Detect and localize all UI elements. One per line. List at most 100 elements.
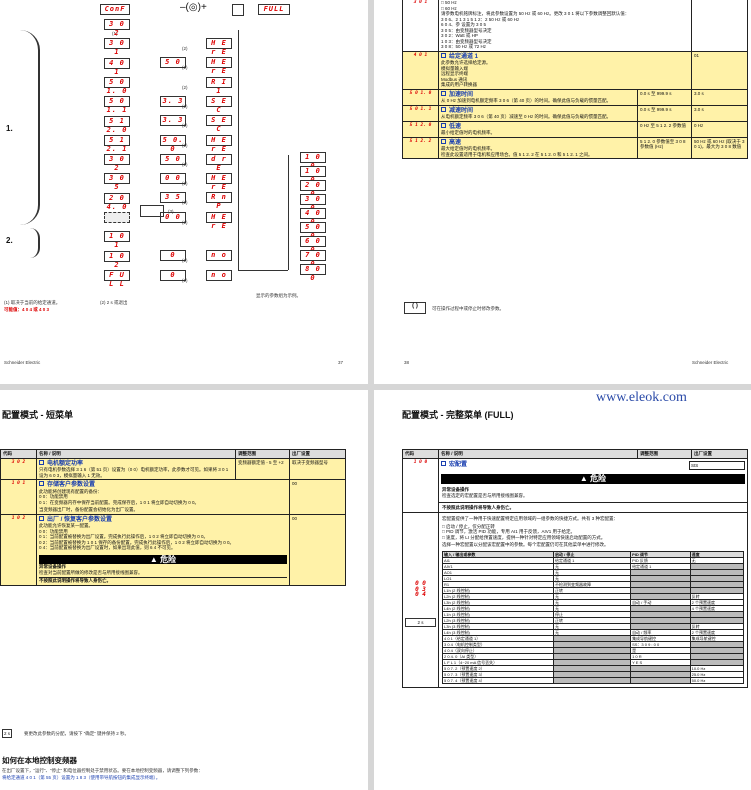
param-default: 0 Hz: [691, 120, 748, 138]
table-row: 1 0 2 出厂 / 恢复客户参数设置 此功能允许恢复某一配置。 0 0：功能禁用 0 …: [0, 513, 346, 586]
checkbox-icon: [441, 460, 446, 466]
param-desc: 减速时间 从电机额定频率 3 0 6（第 40 页）减速至 0 Hz 的时间。确保…: [438, 104, 638, 122]
marker-2: (2): [182, 181, 188, 187]
timer-icon: 2 s: [405, 617, 436, 627]
param-default: 取决于变频器型号: [289, 457, 346, 480]
macro-desc-1: 宏配置提供了一种用于快速配置特定应用领域的一组参数的快捷方式。共有 3 种宏配置…: [442, 516, 618, 521]
danger-banner: ▲ 危险: [441, 474, 745, 484]
section-text: 在出厂设置下，“运行”、“停止” 和电位器控制处于禁用状态。要在本地控制变频器，…: [2, 768, 203, 773]
param-code-display: 5 1 2. 1: [104, 134, 130, 153]
checkbox-icon: [39, 459, 44, 465]
marker-3: (3): [168, 209, 174, 214]
param-result-display: d r E: [206, 153, 232, 172]
marker-2: (2): [182, 142, 188, 148]
matrix-row: 5 0 7. 4（预置速度 4） 50.0 Hz: [442, 676, 745, 684]
page-full-menu: 配置模式 - 完整菜单 (FULL) www.eleok.com 代码 名称 /…: [374, 390, 751, 790]
param-result-display: R I 1: [206, 76, 232, 95]
note-1: (1) 取决于当前的给定通道。: [4, 300, 61, 305]
macro-code: 1 0 0: [402, 457, 439, 513]
legend-icon: ( ): [404, 302, 426, 314]
col-code: 代码: [0, 449, 37, 459]
param-line: 只有电机参数选择 3 1 6（第 51 页）设置为（0 0）电机额定功率，此参数…: [39, 467, 229, 478]
marker-2: (2): [182, 258, 188, 264]
param-line: 从 0 Hz 加速到电机额定频率 3 0 6（第 40 页）的时间。确保此值与负…: [441, 98, 612, 103]
param-result-display: S E C: [206, 115, 232, 133]
param-default: 3.0 s: [691, 104, 748, 122]
param-desc: 存储客户参数设置 此功能将创建现有配置的备份： 0 0：功能禁用 0 1：在变频器内存…: [36, 479, 290, 515]
macro-matrix: 输入 / 输出或参数 启动 / 停止 PID 调节 速度 AI1 给定通道 1 PID 反…: [442, 550, 745, 684]
param-code: 5 1 2. 0: [402, 120, 439, 138]
param-note: 当变频器出厂时，备份配置会初始化为出厂设置。: [39, 507, 138, 512]
macro-item: □ 速度，将 LI 分配给预置速度，提供一种针对特定应用领域快速启动配置的方式。: [442, 534, 606, 540]
param-result-display: H E r E: [206, 173, 232, 191]
marker-2: (2): [182, 277, 188, 283]
param-code-display: 3 0 2: [104, 19, 130, 37]
macro-option-code: 0 4: [415, 591, 426, 598]
param-code: 1 0 2: [0, 513, 37, 586]
checkbox-icon: [441, 52, 446, 58]
footer-brand: Schneider Electric: [4, 360, 41, 365]
param-code: 5 0 1. 0: [402, 88, 439, 106]
group-display: 5 0 0: [300, 222, 326, 240]
marker-2: (2): [182, 84, 188, 90]
danger-warn: 不按照此说明操作将导致人身伤亡。: [439, 501, 747, 513]
timer-text: 要更改此参数的分配，请按下 “确定” 键并保持 2 秒。: [24, 731, 129, 736]
param-code-display: 5 0 1. 0: [104, 76, 130, 95]
param-result-display: S E C: [206, 95, 232, 114]
param-title-text: 高速: [449, 139, 462, 146]
matrix-cell: 5 0 7. 4（预置速度 4）: [442, 676, 554, 684]
matrix-cell: [552, 676, 632, 684]
param-title: 出厂 / 恢复客户参数设置: [39, 515, 287, 524]
param-code-display: 1 0 2: [104, 250, 130, 269]
footer-page: 38: [404, 360, 410, 365]
page-menu-diagram: ConF –(◎)+ FULL 1. 2. (1) 3 0 23 0 14 0 …: [0, 0, 368, 384]
checkbox-icon: [441, 138, 446, 144]
section-title: 如何在本地控制变频器: [2, 756, 77, 765]
group-display: 8 0 0: [300, 264, 326, 282]
full-menu-table: 代码 名称 / 说明 调整范围 出厂设置 1 0 0 宏配置 StS ▲ 危险 …: [402, 449, 748, 688]
footer-page: 37: [338, 360, 344, 365]
param-title-text: 减速时间: [449, 107, 474, 114]
macro-codes-cell: 0 00 30 4 2 s: [402, 512, 439, 688]
param-item: 0 4：当前配置被替换为出厂设置时，如果出现此值，则 6 4 不可见。: [39, 545, 176, 550]
param-desc: 电机额定功率 只有电机参数选择 3 1 6（第 51 页）设置为（0 0）电机额定…: [36, 457, 236, 480]
param-title-text: 出厂 / 恢复客户参数设置: [47, 516, 113, 523]
table-row: 5 0 1. 1 减速时间 从电机额定频率 3 0 6（第 40 页）减速至 0 H…: [402, 104, 748, 122]
param-code: 3 0 1: [402, 0, 439, 52]
group2-brace: [20, 228, 40, 258]
param-code: 5 0 1. 1: [402, 104, 439, 122]
param-desc: 给定通道 1 此参数允许选择给定源。 模拟量输入端 远程显示终端 Modbus 通讯 集成…: [438, 50, 692, 90]
group-display: 7 0 0: [300, 250, 326, 268]
marker-2: (2): [182, 200, 188, 206]
checkbox-icon: [441, 122, 446, 128]
param-default: 50 Hz 或 60 Hz (取决于 3 0 1)，最大为 3 0 8 数值: [691, 136, 748, 159]
footer-brand: Schneider Electric: [692, 360, 729, 365]
checkbox-icon: [39, 481, 44, 486]
param-range: 5 1 2. 0 参数值至 3 0 8 参数值 (Hz): [637, 136, 692, 159]
col-name: 名称 / 说明: [36, 449, 236, 459]
group-display: 1 0 0: [300, 166, 326, 184]
param-range: 变频器额定值 - 5 至 +2: [235, 457, 290, 480]
marker-2: (2): [182, 65, 188, 71]
param-result-display: R n P: [206, 192, 232, 210]
danger-warn: 不按照此说明操作将导致人身伤亡。: [39, 577, 287, 584]
param-title: 存储客户参数设置: [39, 481, 287, 489]
param-code-display: 3 0 5: [104, 173, 130, 191]
checkbox-icon: [39, 515, 44, 521]
param-result-display: H E r E: [206, 38, 232, 56]
group1-marker: 1.: [6, 124, 13, 133]
table-row: 5 0 1. 0 加速时间从 0 Hz 加速到电机额定频率 3 0 6（第 40 …: [402, 88, 748, 106]
param-default: 00: [289, 479, 346, 515]
table-row: 4 0 1 给定通道 1 此参数允许选择给定源。 模拟量输入端 远程显示终端 Modbus…: [402, 50, 748, 90]
param-result-display: H E r E: [206, 57, 232, 75]
watermark: www.eleok.com: [596, 390, 687, 405]
macro-desc-2: 选择一种宏配置以分配该宏配置中的参数。每个宏配置仍可在其他菜单中进行修改。: [442, 542, 609, 547]
table-row: 3 0 1 □ 50 Hz □ 60 Hz 请参数电机铭牌标注，将此参数设置为 50 …: [402, 0, 748, 52]
marker-2: (2): [182, 103, 188, 109]
param-result-display: n o: [206, 269, 232, 281]
param-desc: □ 50 Hz □ 60 Hz 请参数电机铭牌标注，将此参数设置为 50 Hz 或 …: [438, 0, 692, 52]
col-default: 出厂设置: [691, 449, 748, 459]
param-range: 0.0 s 至 999.9 s: [637, 104, 692, 122]
param-title-text: 低速: [449, 123, 462, 130]
menu-end-display: FULL: [258, 4, 290, 15]
